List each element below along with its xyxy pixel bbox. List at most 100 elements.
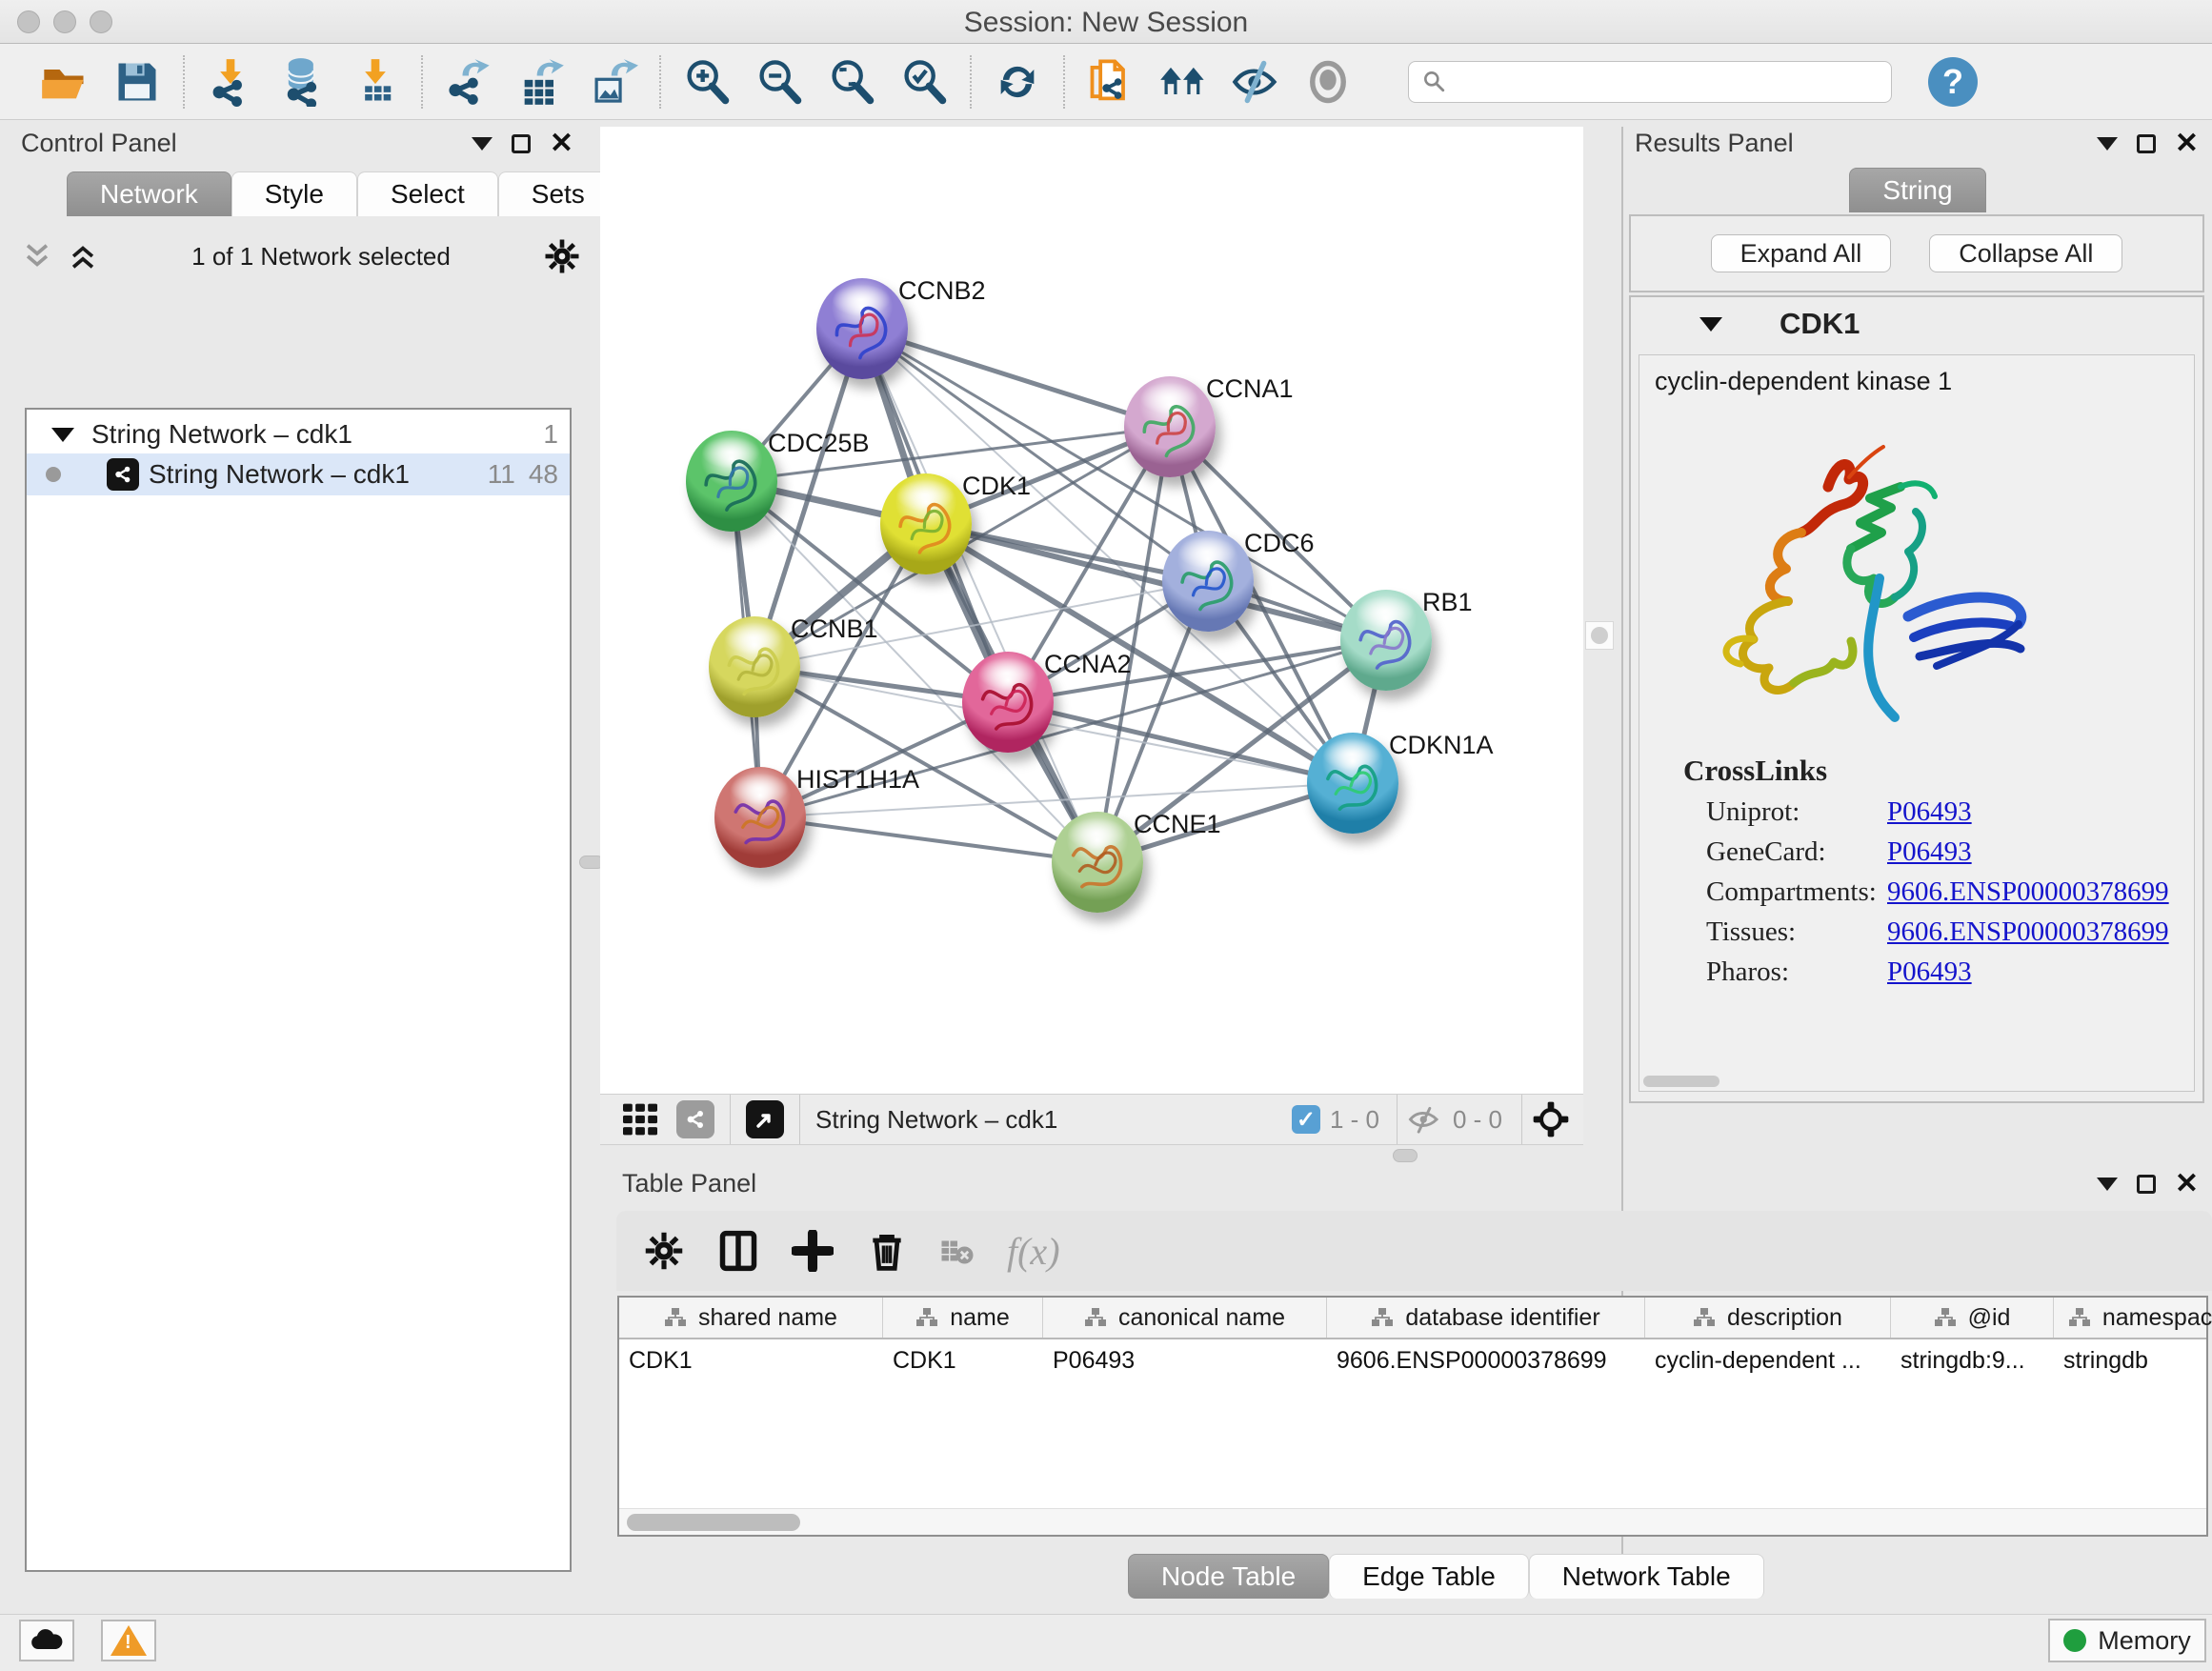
birds-eye-button[interactable]	[1298, 52, 1357, 111]
tab-network-table[interactable]: Network Table	[1529, 1554, 1764, 1599]
column-header-name[interactable]: name	[883, 1298, 1043, 1338]
refresh-button[interactable]	[988, 52, 1047, 111]
show-columns-icon[interactable]	[717, 1230, 759, 1272]
zoom-out-button[interactable]	[750, 52, 809, 111]
node-CDKN1A[interactable]	[1307, 733, 1398, 834]
collapse-all-button[interactable]: Collapse All	[1929, 234, 2122, 272]
expand-all-networks-icon[interactable]	[67, 240, 99, 272]
tab-network[interactable]: Network	[67, 171, 231, 216]
node-CDK1[interactable]	[880, 473, 972, 574]
table-options-gear-icon[interactable]	[643, 1230, 685, 1272]
table-cell[interactable]: CDK1	[883, 1339, 1043, 1381]
collapse-all-networks-icon[interactable]	[21, 240, 53, 272]
table-hscroll-thumb[interactable]	[627, 1514, 800, 1531]
zoom-fit-button[interactable]	[822, 52, 881, 111]
export-network-button[interactable]	[439, 52, 498, 111]
collection-expand-icon[interactable]	[51, 428, 74, 442]
node-CCNA2[interactable]	[962, 652, 1054, 753]
node-CDC6[interactable]	[1162, 531, 1254, 632]
table-cell[interactable]: P06493	[1043, 1339, 1327, 1381]
node-structure-glyph	[962, 652, 1054, 753]
help-button[interactable]: ?	[1928, 57, 1978, 107]
zoom-selected-button[interactable]	[895, 52, 954, 111]
table-cell[interactable]: 9606.ENSP00000378699	[1327, 1339, 1645, 1381]
warnings-button[interactable]	[101, 1620, 156, 1661]
string-view-icon[interactable]	[676, 1100, 714, 1138]
results-panel-float-icon[interactable]	[2137, 134, 2156, 153]
edge-HIST1H1A-CCNE1[interactable]	[760, 817, 1097, 862]
table-cell[interactable]: stringdb	[2054, 1339, 2212, 1381]
node-CCNE1[interactable]	[1052, 812, 1143, 913]
node-CCNB2[interactable]	[816, 278, 908, 379]
save-session-button[interactable]	[108, 52, 167, 111]
horizontal-splitter-handle[interactable]	[1393, 1149, 1418, 1162]
table-panel-close-icon[interactable]: ✕	[2175, 1175, 2199, 1194]
grid-view-icon[interactable]	[621, 1100, 659, 1138]
column-header-namespace[interactable]: namespace	[2054, 1298, 2212, 1338]
node-RB1[interactable]	[1340, 590, 1432, 691]
control-panel-collapse-icon[interactable]	[472, 137, 493, 151]
create-column-icon[interactable]	[792, 1230, 834, 1272]
control-panel-close-icon[interactable]: ✕	[550, 134, 573, 153]
tab-style[interactable]: Style	[231, 171, 357, 216]
network-canvas[interactable]: CCNB2 CCNA1 CDC25B CDK1 CDC6 RB1 CCNB1	[600, 127, 1583, 1094]
crosslink-link[interactable]: P06493	[1887, 956, 2194, 988]
control-panel-float-icon[interactable]	[512, 134, 531, 153]
network-row-selected[interactable]: String Network – cdk1 11 48	[27, 453, 570, 495]
right-splitter-handle[interactable]	[1585, 621, 1614, 650]
table-cell[interactable]: cyclin-dependent ...	[1645, 1339, 1891, 1381]
network-options-gear-icon[interactable]	[543, 237, 581, 275]
column-header-id[interactable]: @id	[1891, 1298, 2054, 1338]
column-header-description[interactable]: description	[1645, 1298, 1891, 1338]
table-hscrollbar[interactable]	[619, 1508, 2206, 1535]
results-panel-close-icon[interactable]: ✕	[2175, 134, 2199, 153]
open-session-button[interactable]	[35, 52, 94, 111]
table-cell[interactable]: CDK1	[619, 1339, 883, 1381]
tab-node-table[interactable]: Node Table	[1128, 1554, 1329, 1599]
column-header-database-identifier[interactable]: database identifier	[1327, 1298, 1645, 1338]
edge-CDK1-RB1[interactable]	[926, 524, 1386, 640]
network-collection-row[interactable]: String Network – cdk1 1	[27, 415, 570, 453]
node-CCNB1[interactable]	[709, 616, 800, 717]
export-table-button[interactable]	[512, 52, 571, 111]
results-scroll-thumb[interactable]	[1643, 1076, 1719, 1087]
column-header-shared-name[interactable]: shared name	[619, 1298, 883, 1338]
protein-structure-image	[1685, 430, 2066, 744]
tab-edge-table[interactable]: Edge Table	[1329, 1554, 1529, 1599]
gene-expand-icon[interactable]	[1699, 317, 1722, 332]
node-structure-glyph	[816, 278, 908, 379]
import-network-button[interactable]	[201, 52, 260, 111]
expand-all-button[interactable]: Expand All	[1711, 234, 1892, 272]
zoom-in-button[interactable]	[677, 52, 736, 111]
tab-string[interactable]: String	[1849, 168, 1985, 212]
column-header-canonical-name[interactable]: canonical name	[1043, 1298, 1327, 1338]
table-panel-collapse-icon[interactable]	[2097, 1178, 2118, 1191]
cloud-status-button[interactable]	[19, 1620, 74, 1661]
edge-CCNA2-CDKN1A[interactable]	[1008, 702, 1353, 783]
export-image-button[interactable]	[584, 52, 643, 111]
search-input[interactable]	[1408, 61, 1892, 103]
network-view-statusbar: String Network – cdk1 ✓ 1 - 0 0 - 0	[600, 1094, 1583, 1145]
birds-eye-toggle-icon[interactable]	[1532, 1100, 1570, 1138]
crosslink-link[interactable]: 9606.ENSP00000378699	[1887, 876, 2194, 908]
import-network-from-database-button[interactable]	[273, 52, 332, 111]
crosslink-link[interactable]: P06493	[1887, 796, 2194, 828]
hide-details-button[interactable]	[1226, 52, 1285, 111]
duplicate-network-button[interactable]	[1081, 52, 1140, 111]
selected-checkbox-icon[interactable]: ✓	[1292, 1105, 1320, 1134]
table-row[interactable]: CDK1CDK1P064939606.ENSP00000378699cyclin…	[619, 1339, 2206, 1381]
memory-button[interactable]: Memory	[2048, 1619, 2206, 1662]
node-HIST1H1A[interactable]	[714, 767, 806, 868]
tab-select[interactable]: Select	[357, 171, 498, 216]
first-neighbors-button[interactable]	[1154, 52, 1213, 111]
node-CCNA1[interactable]	[1124, 376, 1216, 477]
delete-column-icon[interactable]	[866, 1230, 908, 1272]
table-cell[interactable]: stringdb:9...	[1891, 1339, 2054, 1381]
open-view-icon[interactable]	[746, 1100, 784, 1138]
import-table-button[interactable]	[346, 52, 405, 111]
table-panel-float-icon[interactable]	[2137, 1175, 2156, 1194]
crosslink-link[interactable]: P06493	[1887, 836, 2194, 868]
results-panel-collapse-icon[interactable]	[2097, 137, 2118, 151]
crosslink-link[interactable]: 9606.ENSP00000378699	[1887, 916, 2194, 948]
node-CDC25B[interactable]	[686, 431, 777, 532]
